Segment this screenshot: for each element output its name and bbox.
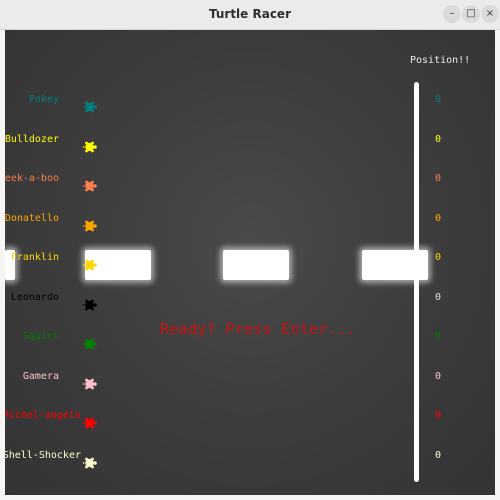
racer-position: 0	[435, 173, 442, 184]
lane-marker	[223, 250, 289, 280]
racer-position: 0	[435, 252, 442, 263]
turtle-icon	[83, 457, 97, 468]
app-window: Turtle Racer – □ × Position!! Ready? Pre…	[0, 0, 500, 500]
maximize-button[interactable]: □	[462, 5, 480, 23]
turtle-icon	[83, 180, 97, 192]
racer-position: 0	[435, 370, 442, 382]
ready-message: Ready? Press Enter...	[160, 320, 356, 338]
racer-name: Franklin	[10, 252, 59, 263]
turtle-icon	[83, 338, 97, 350]
race-canvas[interactable]: Position!! Ready? Press Enter... Pokey 0 B…	[5, 30, 495, 495]
racer-name: Gamera	[22, 370, 59, 382]
turtle-icon	[83, 299, 97, 310]
racer-position: 0	[435, 133, 442, 145]
racer-name: Donatello	[5, 212, 59, 224]
finish-line	[414, 82, 419, 482]
racer-name: Shell-Shocker	[5, 449, 81, 461]
turtle-icon	[83, 141, 97, 152]
minimize-button[interactable]: –	[443, 5, 461, 23]
racer-position: 0	[435, 212, 442, 224]
position-header: Position!!	[410, 55, 471, 66]
turtle-icon	[83, 378, 97, 389]
racer-name: Bulldozer	[5, 133, 59, 145]
turtle-icon	[83, 417, 97, 429]
racer-name: Squirt	[22, 331, 59, 342]
title-bar: Turtle Racer – □ ×	[0, 0, 500, 30]
racer-name: Michel-angelo	[5, 410, 81, 421]
racer-name: Leonardo	[10, 291, 59, 303]
racer-position: 0	[435, 449, 442, 461]
turtle-icon	[83, 101, 97, 113]
close-button[interactable]: ×	[481, 5, 499, 23]
turtle-icon	[83, 259, 97, 271]
racer-position: 0	[435, 410, 442, 421]
racer-position: 0	[435, 94, 442, 105]
racer-name: Pokey	[28, 94, 59, 105]
window-title: Turtle Racer	[208, 7, 291, 21]
racer-name: Peek-a-boo	[5, 173, 59, 184]
turtle-icon	[83, 220, 97, 231]
racer-position: 0	[435, 331, 442, 342]
racer-position: 0	[435, 291, 442, 303]
